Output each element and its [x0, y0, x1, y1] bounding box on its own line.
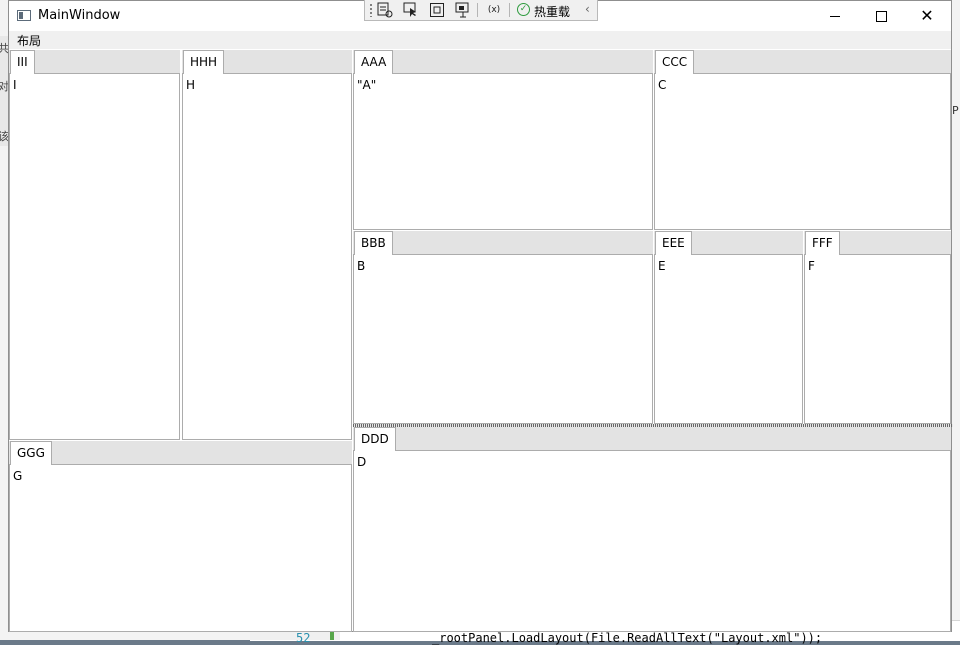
pane-content-text: B: [357, 259, 366, 273]
app-window-icon: [17, 10, 31, 21]
collapse-chevron-icon[interactable]: ‹: [585, 2, 590, 16]
tabstrip: [9, 50, 180, 73]
window-title: MainWindow: [38, 8, 121, 23]
live-visual-tree-icon[interactable]: [377, 2, 393, 18]
pane-ggg: GGG G: [9, 441, 352, 632]
minimize-icon: [830, 15, 840, 17]
pane-aaa: AAA "A": [353, 50, 653, 230]
pane-content: F: [804, 254, 951, 424]
pane-hhh: HHH H: [182, 50, 352, 440]
tab-ddd[interactable]: DDD: [354, 427, 396, 451]
tabstrip: [654, 50, 951, 73]
pane-iii: III I: [9, 50, 180, 440]
tab-iii[interactable]: III: [10, 50, 35, 74]
tab-hhh[interactable]: HHH: [183, 50, 225, 74]
close-icon: ✕: [920, 6, 934, 25]
minimize-button[interactable]: [812, 1, 858, 31]
pane-content-text: G: [13, 469, 23, 483]
pane-content: E: [654, 254, 803, 424]
ide-left-glyph: 对: [0, 80, 8, 93]
pane-bbb: BBB B: [353, 231, 653, 424]
pane-content: I: [9, 73, 180, 440]
maximize-icon: [875, 10, 887, 22]
pane-content: B: [353, 254, 653, 424]
tabstrip: [353, 427, 951, 450]
pane-content-text: "A": [357, 78, 377, 92]
ide-left-glyph: 共: [0, 42, 8, 55]
toolbar-separator: [477, 3, 478, 17]
menu-item-layout[interactable]: 布局: [15, 32, 43, 49]
tab-ggg[interactable]: GGG: [10, 441, 52, 465]
pane-fff: FFF F: [804, 231, 951, 424]
tab-bbb[interactable]: BBB: [354, 231, 393, 255]
xaml-debug-toolbar: (x) ✓ 热重载 ‹: [364, 0, 598, 21]
pane-ccc: CCC C: [654, 50, 951, 230]
pane-content-text: F: [808, 259, 815, 273]
tab-fff[interactable]: FFF: [805, 231, 840, 255]
ide-left-fragment: 共 对 该: [0, 36, 8, 146]
hot-reload-check-icon: ✓: [517, 3, 530, 16]
display-layout-adorners-icon[interactable]: [429, 2, 445, 18]
maximize-button[interactable]: [858, 1, 904, 31]
ide-code-line: _rootPanel.LoadLayout(File.ReadAllText("…: [432, 631, 823, 645]
tab-ccc[interactable]: CCC: [655, 50, 695, 74]
pane-content-text: E: [658, 259, 666, 273]
ide-line-number: 52: [296, 631, 311, 645]
menu-bar: 布局: [9, 31, 951, 49]
track-focus-icon[interactable]: [455, 2, 471, 18]
pane-content: "A": [353, 73, 653, 230]
pane-eee: EEE E: [654, 231, 803, 424]
pane-content: D: [353, 450, 951, 632]
pane-content-text: H: [186, 78, 196, 92]
pane-content: H: [182, 73, 352, 440]
ide-right-glyph: P: [952, 104, 959, 117]
hot-reload-button[interactable]: 热重载: [534, 3, 570, 20]
pane-content-text: D: [357, 455, 367, 469]
close-button[interactable]: ✕: [904, 1, 950, 31]
pane-ddd: DDD D: [353, 427, 951, 632]
ide-change-marker: [330, 632, 334, 640]
select-element-icon[interactable]: [403, 2, 419, 18]
tab-eee[interactable]: EEE: [655, 231, 692, 255]
pane-content: C: [654, 73, 951, 230]
pane-content-text: I: [13, 78, 17, 92]
toolbar-grip-icon[interactable]: [369, 3, 373, 17]
tabstrip: [353, 50, 653, 73]
ide-left-glyph: 该: [0, 130, 8, 143]
pane-content-text: C: [658, 78, 667, 92]
tabstrip: [353, 231, 653, 254]
tabstrip: [9, 441, 352, 464]
binding-failures-icon[interactable]: (x): [486, 2, 502, 18]
pane-content: G: [9, 464, 352, 632]
tab-aaa[interactable]: AAA: [354, 50, 394, 74]
toolbar-separator: [509, 3, 510, 17]
main-window: MainWindow ✕ 布局 III I HHH H GGG G AAA "A…: [8, 0, 953, 632]
